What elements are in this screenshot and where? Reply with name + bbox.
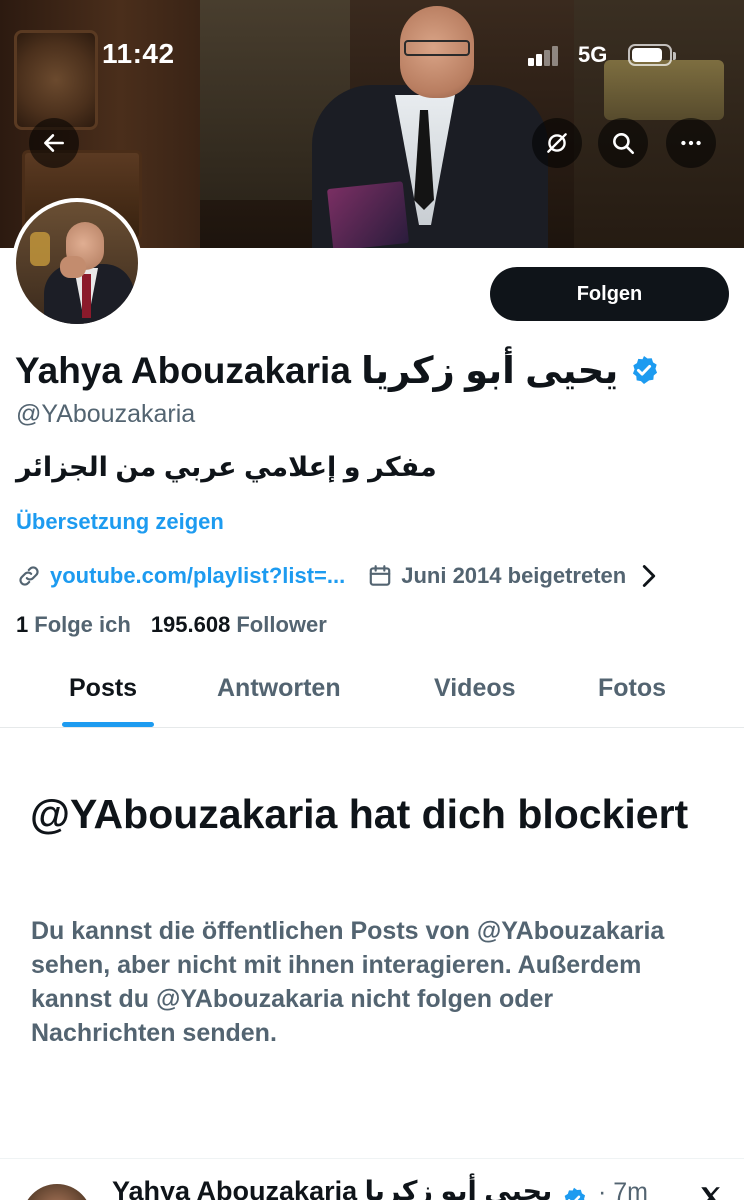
more-icon <box>681 140 701 146</box>
joined-date: Juni 2014 beigetreten <box>401 563 627 588</box>
blocked-message: Du kannst die öffentlichen Posts von @YA… <box>31 917 665 1047</box>
profile-stats: 1 Folge ich 195.608 Follower <box>16 612 327 638</box>
tab-photos[interactable]: Fotos <box>598 674 666 703</box>
back-button[interactable] <box>29 118 79 168</box>
post-author-name[interactable]: Yahya Abouzakaria يحيى أبو زكريا <box>112 1176 552 1200</box>
profile-meta: youtube.com/playlist?list=... Juni 2014 … <box>16 560 662 592</box>
avatar-hand <box>60 256 86 278</box>
profile-tabs: Posts Antworten Videos Fotos <box>0 660 744 728</box>
link-icon <box>19 566 39 586</box>
profile-website-link[interactable]: youtube.com/playlist?list=... <box>50 563 345 589</box>
chevron-right-icon[interactable] <box>636 563 662 589</box>
verified-badge-icon[interactable] <box>628 354 660 386</box>
back-arrow-icon <box>44 134 64 152</box>
profile-handle: @YAbouzakaria <box>16 400 196 428</box>
profile-bio: مفكر و إعلامي عربي من الجزائر <box>16 452 437 482</box>
battery-icon <box>628 44 676 66</box>
status-bar: 11:42 5G <box>0 0 744 110</box>
blocked-title: @YAbouzakaria hat dich blockiert <box>30 791 689 837</box>
follow-button[interactable]: Folgen <box>490 267 729 321</box>
profile-name-row: Yahya Abouzakaria يحيى أبو زكريا <box>15 346 660 394</box>
avatar[interactable] <box>12 198 142 328</box>
post-time: · 7m <box>598 1178 648 1200</box>
search-icon <box>613 133 635 155</box>
tab-replies[interactable]: Antworten <box>217 674 341 703</box>
post-avatar[interactable] <box>22 1184 92 1200</box>
divider <box>0 1158 744 1159</box>
followers-label[interactable]: Follower <box>236 612 326 638</box>
more-button[interactable] <box>666 118 716 168</box>
hide-button[interactable] <box>532 118 582 168</box>
x-logo-icon <box>701 1187 720 1200</box>
following-label[interactable]: Folge ich <box>34 612 131 638</box>
tab-videos[interactable]: Videos <box>434 674 516 703</box>
avatar-lamp <box>30 232 50 266</box>
signal-icon <box>528 44 558 66</box>
hide-icon <box>547 133 567 153</box>
active-tab-indicator <box>62 722 154 727</box>
search-button[interactable] <box>598 118 648 168</box>
calendar-icon <box>369 565 391 586</box>
display-name: Yahya Abouzakaria يحيى أبو زكريا <box>15 349 619 391</box>
avatar-tie <box>82 274 91 318</box>
followers-count[interactable]: 195.608 <box>151 612 231 638</box>
status-time: 11:42 <box>102 38 175 69</box>
following-count[interactable]: 1 <box>16 612 28 638</box>
translate-link[interactable]: Übersetzung zeigen <box>16 509 224 535</box>
post-verified-badge-icon <box>564 1187 586 1200</box>
network-type: 5G <box>578 42 608 67</box>
banner-book <box>326 181 410 248</box>
tab-posts[interactable]: Posts <box>69 674 137 703</box>
